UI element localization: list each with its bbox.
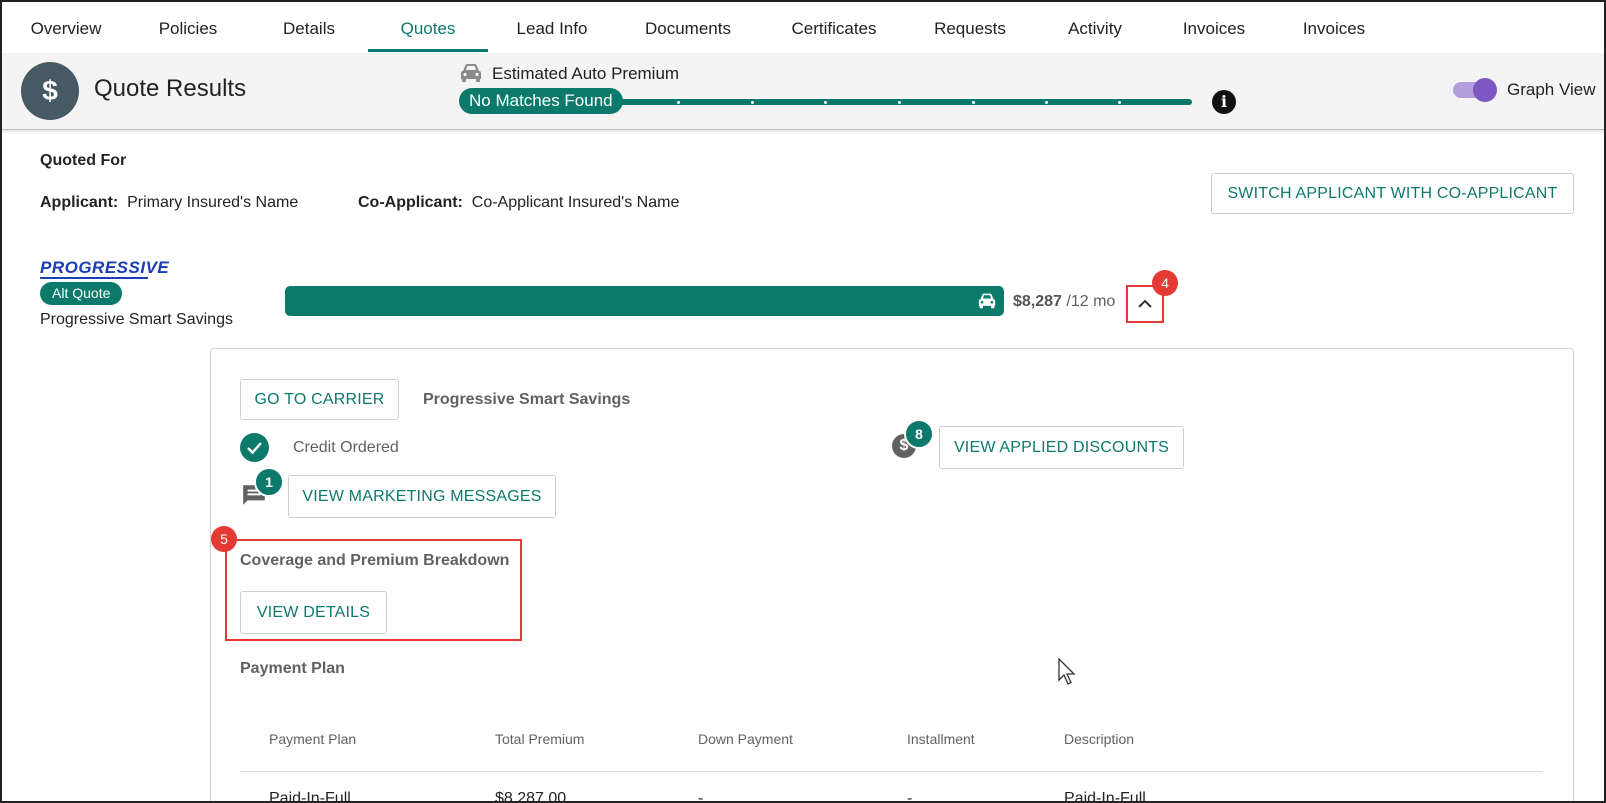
annotation-badge: 4 bbox=[1152, 270, 1178, 296]
switch-applicant-button[interactable]: SWITCH APPLICANT WITH CO-APPLICANT bbox=[1211, 173, 1574, 214]
co-applicant-label: Co-Applicant: bbox=[358, 194, 463, 211]
go-to-carrier-button[interactable]: GO TO CARRIER bbox=[240, 379, 399, 420]
tab-quotes[interactable]: Quotes bbox=[368, 2, 488, 53]
table-cell: - bbox=[907, 790, 913, 803]
carrier-logo: PROGRESSIVE bbox=[40, 258, 170, 277]
tab-details[interactable]: Details bbox=[278, 2, 340, 53]
annotation-badge: 5 bbox=[211, 526, 237, 552]
view-details-button[interactable]: VIEW DETAILS bbox=[240, 591, 387, 634]
car-icon bbox=[459, 62, 483, 89]
check-icon bbox=[240, 433, 269, 462]
estimated-premium-label: Estimated Auto Premium bbox=[492, 64, 680, 83]
tab-documents[interactable]: Documents bbox=[638, 2, 738, 53]
premium-value: $8,287 bbox=[1013, 293, 1062, 310]
alt-quote-badge: Alt Quote bbox=[40, 282, 123, 305]
column-header: Description bbox=[1064, 731, 1135, 747]
track-tick bbox=[1045, 101, 1048, 104]
carrier-name: Progressive Smart Savings bbox=[40, 311, 233, 328]
panel-carrier-name: Progressive Smart Savings bbox=[423, 391, 631, 408]
applicant-label: Applicant: bbox=[40, 194, 119, 211]
tab-invoices[interactable]: Invoices bbox=[1178, 2, 1250, 53]
track-tick bbox=[824, 101, 827, 104]
co-applicant-field: Co-Applicant: Co-Applicant Insured's Nam… bbox=[358, 194, 679, 212]
track-tick bbox=[898, 101, 901, 104]
tab-overview[interactable]: Overview bbox=[22, 2, 110, 53]
applicant-field: Applicant: Primary Insured's Name bbox=[40, 194, 298, 212]
carrier-logo-underline bbox=[40, 277, 148, 279]
table-divider bbox=[240, 771, 1542, 772]
column-header: Down Payment bbox=[698, 731, 793, 747]
premium-term: /12 mo bbox=[1066, 293, 1116, 310]
payment-plan-heading: Payment Plan bbox=[240, 660, 345, 677]
messages-count-badge: 1 bbox=[254, 467, 284, 497]
track-tick bbox=[677, 101, 680, 104]
active-tab-indicator bbox=[368, 49, 488, 52]
table-cell: - bbox=[698, 790, 704, 803]
tab-invoices-2[interactable]: Invoices bbox=[1298, 2, 1370, 53]
tab-lead-info[interactable]: Lead Info bbox=[512, 2, 592, 53]
car-icon bbox=[977, 292, 997, 315]
column-header: Payment Plan bbox=[269, 731, 357, 747]
app-frame: Overview Policies Details Quotes Lead In… bbox=[0, 0, 1606, 803]
breakdown-heading: Coverage and Premium Breakdown bbox=[240, 552, 510, 569]
table-cell: Paid-In-Full bbox=[269, 790, 351, 803]
co-applicant-value: Co-Applicant Insured's Name bbox=[471, 194, 680, 211]
credit-ordered-label: Credit Ordered bbox=[293, 439, 399, 456]
table-cell: Paid-In-Full bbox=[1064, 790, 1146, 803]
tab-bar: Overview Policies Details Quotes Lead In… bbox=[2, 2, 1604, 54]
premium-amount: $8,287 /12 mo bbox=[1013, 293, 1115, 311]
quote-results-header: $ Quote Results Estimated Auto Premium N… bbox=[2, 53, 1604, 130]
status-pill: No Matches Found bbox=[459, 88, 623, 114]
premium-bar[interactable] bbox=[285, 286, 1004, 316]
tab-activity[interactable]: Activity bbox=[1060, 2, 1130, 53]
tab-certificates[interactable]: Certificates bbox=[784, 2, 884, 53]
quoted-for-heading: Quoted For bbox=[40, 152, 127, 169]
page-title: Quote Results bbox=[94, 75, 247, 102]
info-icon[interactable]: i bbox=[1212, 90, 1236, 114]
track-tick bbox=[972, 101, 975, 104]
view-applied-discounts-button[interactable]: VIEW APPLIED DISCOUNTS bbox=[939, 426, 1184, 469]
table-cell: $8,287.00 bbox=[495, 790, 567, 803]
tab-requests[interactable]: Requests bbox=[930, 2, 1010, 53]
column-header: Total Premium bbox=[495, 731, 585, 747]
toggle-knob[interactable] bbox=[1473, 78, 1497, 102]
track-tick bbox=[751, 101, 754, 104]
tab-policies[interactable]: Policies bbox=[152, 2, 224, 53]
applicant-value: Primary Insured's Name bbox=[127, 194, 299, 211]
dollar-icon: $ bbox=[21, 62, 79, 120]
premium-range-track bbox=[618, 99, 1192, 105]
discounts-count-badge: 8 bbox=[904, 419, 934, 449]
track-tick bbox=[1118, 101, 1121, 104]
column-header: Installment bbox=[907, 731, 975, 747]
view-marketing-messages-button[interactable]: VIEW MARKETING MESSAGES bbox=[288, 475, 556, 518]
graph-view-label: Graph View bbox=[1507, 80, 1596, 99]
mouse-cursor-icon bbox=[1058, 657, 1078, 691]
